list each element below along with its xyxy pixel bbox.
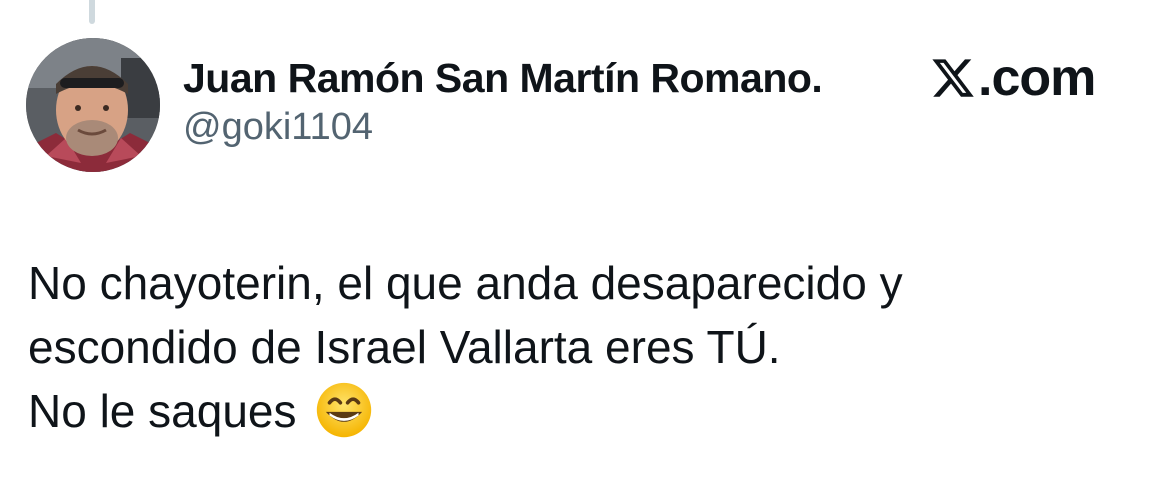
tweet-text-line-1: No chayoterin, el que anda desaparecido … bbox=[28, 257, 903, 309]
avatar[interactable] bbox=[26, 38, 160, 172]
grinning-face-emoji-icon bbox=[317, 382, 372, 438]
avatar-photo bbox=[26, 38, 160, 172]
author-display-name[interactable]: Juan Ramón San Martín Romano. bbox=[183, 54, 823, 102]
tweet-text-line-3-text: No le saques bbox=[28, 385, 297, 437]
thread-connector-line bbox=[89, 0, 95, 24]
tweet-text-line-3: No le saques bbox=[28, 379, 1128, 443]
author-handle[interactable]: @goki1104 bbox=[183, 104, 822, 150]
source-brand: .com bbox=[930, 49, 1096, 107]
tweet-text: No chayoterin, el que anda desaparecido … bbox=[28, 251, 1128, 443]
author-block: Juan Ramón San Martín Romano. @goki1104 bbox=[183, 54, 823, 150]
x-logo-icon bbox=[932, 59, 974, 97]
tweet-text-line-2: escondido de Israel Vallarta eres TÚ. bbox=[28, 321, 781, 373]
source-domain: .com bbox=[978, 49, 1096, 107]
